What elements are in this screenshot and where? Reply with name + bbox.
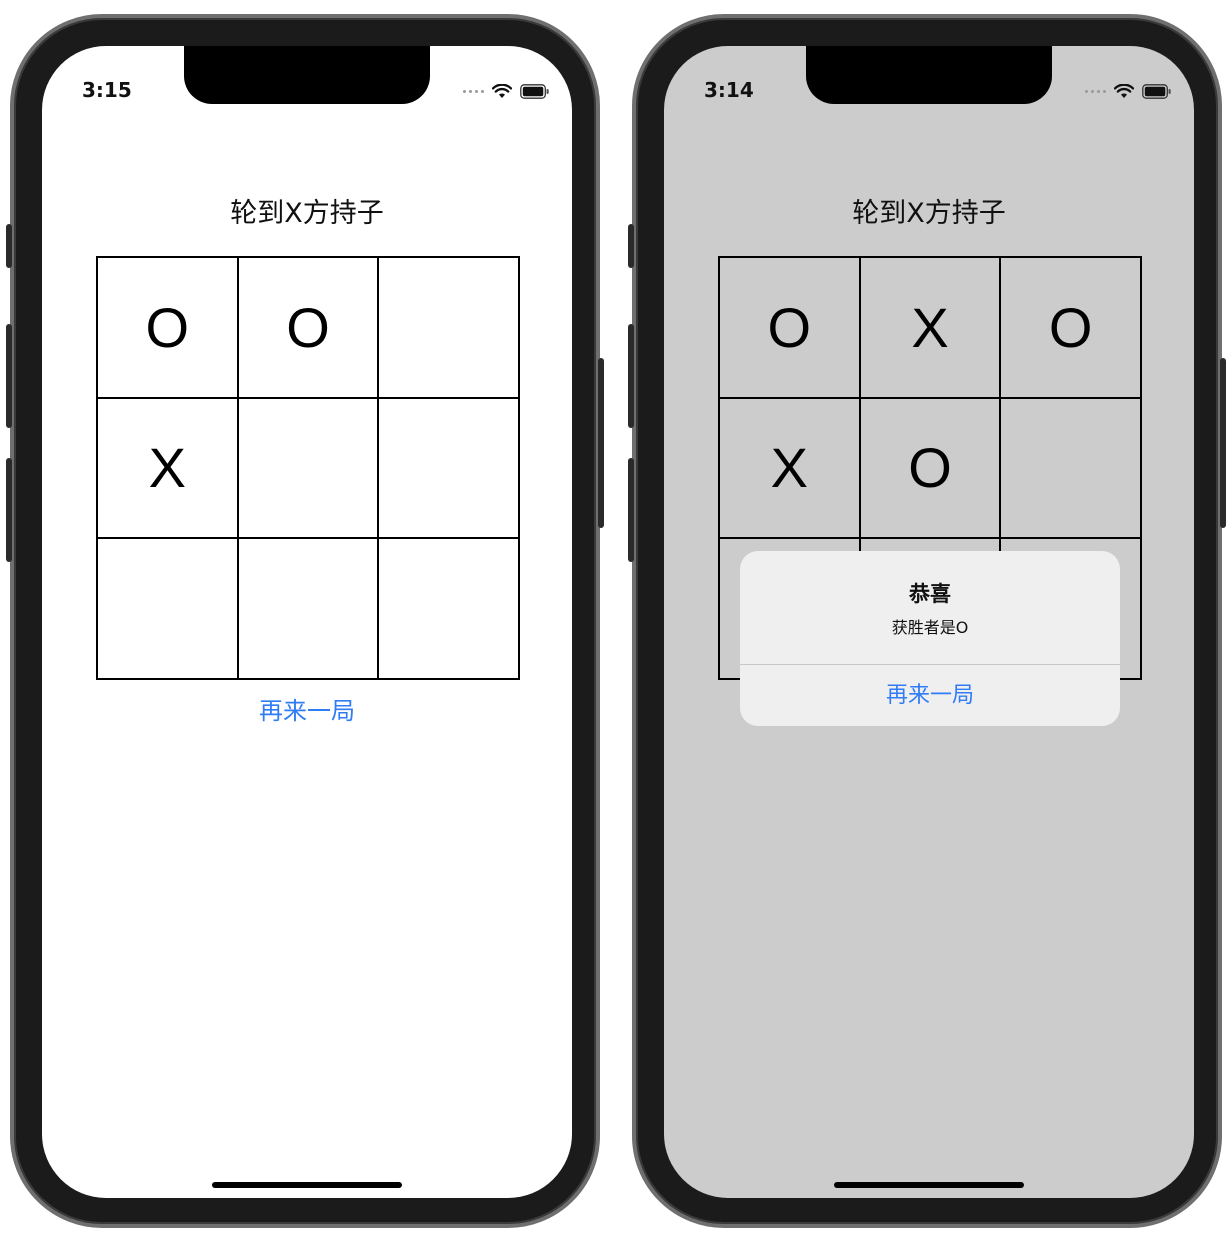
board-cell[interactable] [237,538,379,679]
board-cell[interactable] [378,257,519,398]
turn-indicator: 轮到X方持子 [852,198,1006,229]
signal-dots-icon [1085,90,1106,93]
board-cell[interactable] [378,397,519,539]
board-cell[interactable]: O [1000,257,1141,398]
board-cell[interactable]: O [97,257,238,398]
restart-button[interactable]: 再来一局 [42,691,572,726]
signal-dots-icon [463,90,484,93]
board-cell[interactable]: X [719,397,860,539]
wifi-icon [1114,84,1134,98]
board-cell[interactable]: X [97,397,238,539]
notch [184,46,430,104]
power-button [1220,358,1226,528]
home-indicator[interactable] [834,1182,1024,1188]
turn-indicator: 轮到X方持子 [230,198,384,229]
status-icons [463,84,550,99]
alert-message: 获胜者是O [891,618,969,637]
board-cell[interactable] [378,538,519,679]
screen: 3:15 轮到X方持子 O O X 再来一局 [42,46,572,1198]
device-comparison: 3:15 轮到X方持子 O O X 再来一局 3:14 轮到X方持子 O X O… [0,0,1232,1236]
game-board: O O X [96,256,520,680]
battery-icon [520,84,549,99]
board-cell[interactable]: O [237,257,379,398]
mute-switch [628,224,634,268]
status-icons [1085,84,1172,99]
screen: 3:14 轮到X方持子 O X O X O 恭喜 获胜者是O 再来一局 [664,46,1194,1198]
alert-title: 恭喜 [909,582,951,606]
status-time: 3:15 [82,78,132,102]
battery-icon [1142,84,1171,99]
volume-down-button [628,458,634,562]
board-cell[interactable]: X [859,257,1001,398]
wifi-icon [492,84,512,98]
winner-alert-dialog: 恭喜 获胜者是O 再来一局 [740,551,1120,726]
phone-left: 3:15 轮到X方持子 O O X 再来一局 [6,14,604,1228]
board-cell[interactable] [237,397,379,539]
mute-switch [6,224,12,268]
power-button [598,358,604,528]
phone-right: 3:14 轮到X方持子 O X O X O 恭喜 获胜者是O 再来一局 [628,14,1226,1228]
volume-up-button [6,324,12,428]
board-cell[interactable] [97,538,238,679]
status-time: 3:14 [704,78,754,102]
board-cell[interactable]: O [859,397,1001,539]
board-cell[interactable]: O [719,257,860,398]
play-again-button[interactable]: 再来一局 [740,665,1120,726]
home-indicator[interactable] [212,1182,402,1188]
volume-up-button [628,324,634,428]
notch [806,46,1052,104]
volume-down-button [6,458,12,562]
board-cell[interactable] [1000,397,1141,539]
